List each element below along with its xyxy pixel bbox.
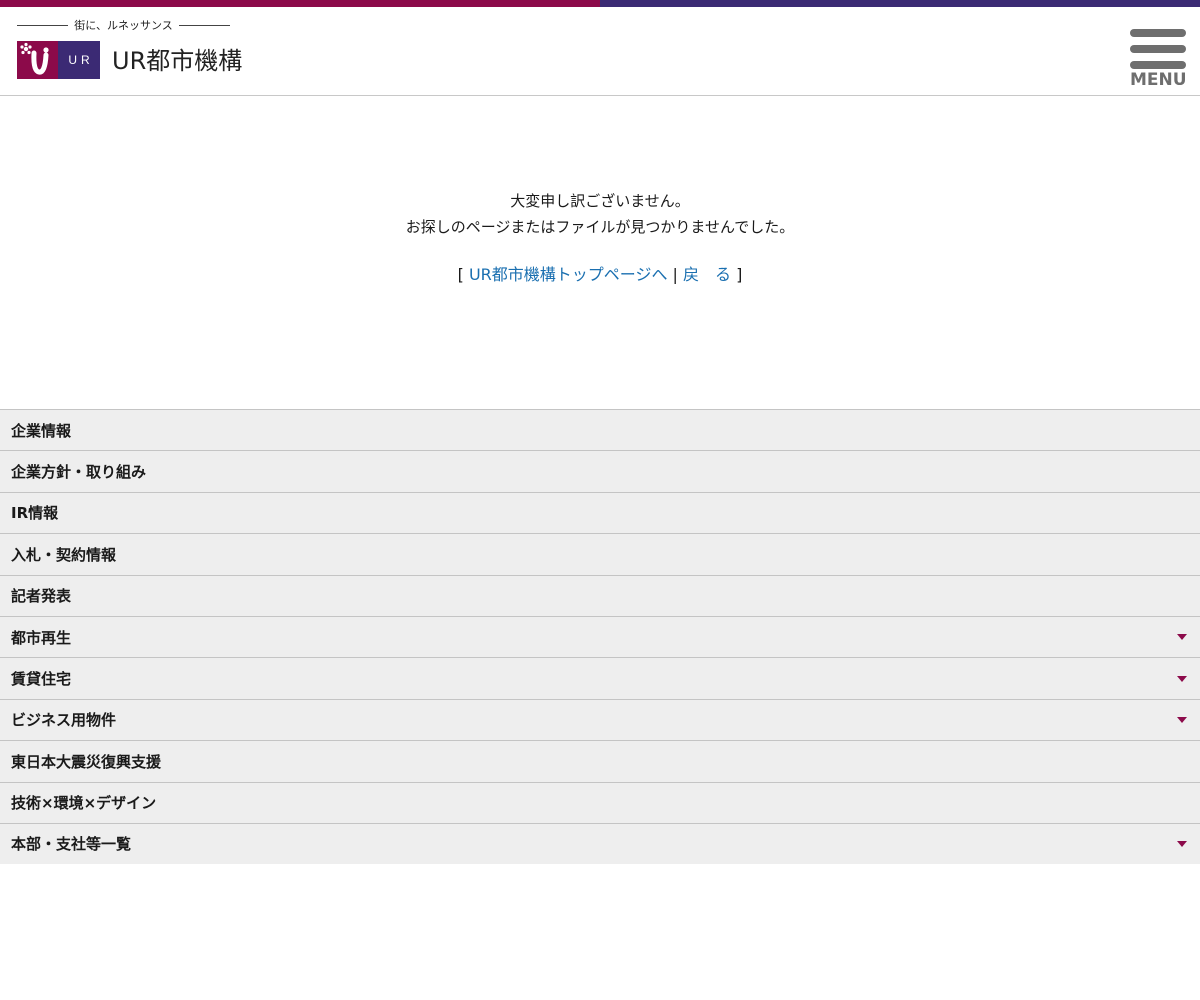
nav-item-label: IR情報 — [11, 504, 59, 523]
bracket-open: [ — [457, 265, 469, 284]
nav-item-business-property[interactable]: ビジネス用物件 — [0, 699, 1200, 742]
nav-item-label: 企業方針・取り組み — [11, 463, 147, 482]
nav-item-label: 企業情報 — [11, 421, 72, 440]
error-message-line-2: お探しのページまたはファイルが見つかりませんでした。 — [405, 218, 795, 236]
menu-label: MENU — [1130, 70, 1187, 90]
triangle-down-icon — [1177, 840, 1187, 847]
error-message-area: 大変申し訳ございません。 お探しのページまたはファイルが見つかりませんでした。 … — [0, 96, 1200, 409]
nav-item-label: 本部・支社等一覧 — [11, 835, 132, 854]
nav-item-label: ビジネス用物件 — [11, 711, 117, 730]
site-logo-text[interactable]: UR都市機構 — [112, 47, 242, 75]
error-message-line-1: 大変申し訳ございません。 — [510, 192, 690, 210]
brand-color-bar — [0, 0, 1200, 7]
nav-item-technology-design[interactable]: 技術×環境×デザイン — [0, 782, 1200, 824]
nav-item-offices[interactable]: 本部・支社等一覧 — [0, 823, 1200, 864]
footer-nav-list: 企業情報 企業方針・取り組み IR情報 入札・契約情報 記者発表 都市再生 賃貸… — [0, 409, 1200, 864]
nav-item-label: 東日本大震災復興支援 — [11, 752, 162, 771]
nav-item-label: 技術×環境×デザイン — [11, 794, 157, 813]
top-page-link[interactable]: UR都市機構トップページへ — [469, 265, 668, 284]
link-separator: | — [667, 265, 684, 284]
error-links: [ UR都市機構トップページへ | 戻 る ] — [0, 261, 1200, 285]
nav-item-bidding[interactable]: 入札・契約情報 — [0, 534, 1200, 576]
triangle-down-icon — [1177, 634, 1187, 641]
hamburger-icon-bar-3 — [1130, 61, 1186, 69]
nav-item-urban-renewal[interactable]: 都市再生 — [0, 616, 1200, 659]
ur-logo-mark[interactable]: UR — [17, 41, 100, 79]
site-header: 街に、ルネッサンス UR UR都市機構 MENU — [0, 7, 1200, 96]
nav-item-corporate-info[interactable]: 企業情報 — [0, 410, 1200, 452]
brand-bar-purple — [600, 0, 1200, 7]
hamburger-icon — [1130, 29, 1186, 37]
back-link[interactable]: 戻 る — [683, 265, 731, 284]
nav-item-label: 賃貸住宅 — [11, 670, 72, 689]
logo-ur-text: UR — [58, 41, 100, 79]
hamburger-icon-bar-2 — [1130, 45, 1186, 53]
triangle-down-icon — [1177, 716, 1187, 723]
nav-item-label: 都市再生 — [11, 628, 72, 647]
nav-item-press[interactable]: 記者発表 — [0, 575, 1200, 617]
menu-button[interactable]: MENU — [1130, 29, 1187, 91]
nav-item-ir[interactable]: IR情報 — [0, 492, 1200, 535]
nav-item-label: 入札・契約情報 — [11, 545, 117, 564]
nav-item-label: 記者発表 — [11, 587, 72, 606]
tagline-rule-left — [17, 24, 69, 26]
nav-item-policy[interactable]: 企業方針・取り組み — [0, 451, 1200, 493]
nav-item-reconstruction[interactable]: 東日本大震災復興支援 — [0, 741, 1200, 783]
tagline: 街に、ルネッサンス — [17, 18, 231, 32]
tagline-text: 街に、ルネッサンス — [74, 19, 173, 32]
logo-flower-icon — [17, 41, 58, 79]
triangle-down-icon — [1177, 675, 1187, 682]
brand-bar-magenta — [0, 0, 600, 7]
bracket-close: ] — [731, 265, 743, 284]
nav-item-rental-housing[interactable]: 賃貸住宅 — [0, 658, 1200, 700]
tagline-rule-right — [178, 24, 231, 26]
